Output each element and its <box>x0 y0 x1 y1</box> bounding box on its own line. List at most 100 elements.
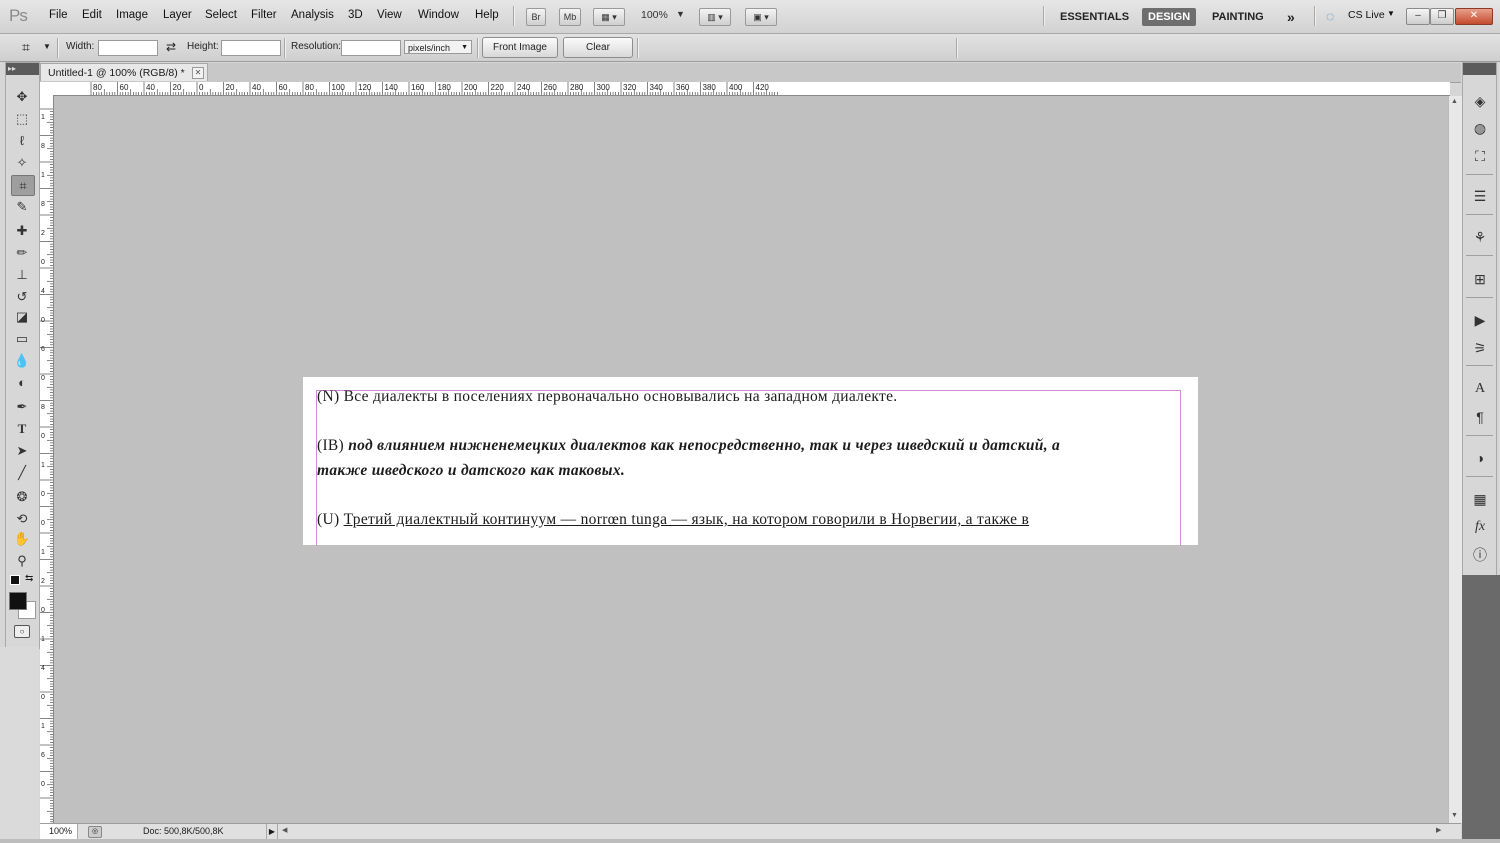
paragraph-panel-icon[interactable]: ¶ <box>1470 407 1490 427</box>
front-image-button[interactable]: Front Image <box>482 37 558 58</box>
scroll-up-icon[interactable]: ▲ <box>1451 98 1458 105</box>
chevron-down-icon[interactable]: ▼ <box>43 42 51 51</box>
3d-orbit-tool-icon[interactable]: ⟲ <box>11 509 33 528</box>
vertical-ruler[interactable]: 1 8 1 8 2 0 4 0 6 0 8 0 1 0 0 1 2 0 1 4 0 1 6 0 <box>40 95 54 823</box>
document-line-3[interactable]: также шведского и датского как таковых. <box>317 462 625 480</box>
quick-mask-icon[interactable]: ○ <box>14 625 30 638</box>
panel-group-separator <box>1466 297 1493 298</box>
cs-live-menu[interactable]: CS Live <box>1348 9 1385 21</box>
arrange-documents-button[interactable]: ▥ ▾ <box>699 8 731 26</box>
chevron-down-icon[interactable]: ▼ <box>676 9 685 19</box>
adjustments-panel-icon[interactable]: ☰ <box>1470 186 1490 206</box>
brush-presets-panel-icon[interactable]: ⚘ <box>1470 227 1490 247</box>
workspace-essentials[interactable]: ESSENTIALS <box>1054 8 1135 26</box>
path-selection-tool-icon[interactable]: ➤ <box>11 441 33 460</box>
ruler-label: 380 <box>703 83 717 92</box>
panel-group-separator <box>1466 435 1493 436</box>
healing-brush-tool-icon[interactable]: ✚ <box>11 221 33 240</box>
ruler-origin[interactable] <box>40 82 54 96</box>
foreground-color-swatch[interactable] <box>9 592 27 610</box>
histogram-panel-icon[interactable]: ▦ <box>1470 489 1490 509</box>
clone-source-panel-icon[interactable]: ⊞ <box>1470 269 1490 289</box>
menu-edit[interactable]: Edit <box>82 9 102 21</box>
paths-panel-icon[interactable]: ⛶ <box>1470 146 1490 166</box>
menu-help[interactable]: Help <box>475 9 499 21</box>
screen-mode-button[interactable]: ▣ ▾ <box>745 8 777 26</box>
document-page[interactable]: (N) Все диалекты в поселениях первоначал… <box>303 377 1198 546</box>
animation-panel-icon[interactable]: ▶ <box>1470 310 1490 330</box>
channels-panel-icon[interactable]: ◍ <box>1470 118 1490 138</box>
vertical-scrollbar[interactable]: ▲ ▼ <box>1448 96 1462 823</box>
close-button[interactable]: ✕ <box>1455 8 1493 25</box>
menu-image[interactable]: Image <box>116 9 148 21</box>
eraser-tool-icon[interactable]: ◪ <box>11 307 33 326</box>
layers-panel-icon[interactable]: ◈ <box>1470 91 1490 111</box>
status-preview-icon[interactable]: ◎ <box>88 826 102 838</box>
actions-panel-icon[interactable]: ⚞ <box>1470 338 1490 358</box>
restore-button[interactable]: ❐ <box>1430 8 1454 25</box>
workspace-design[interactable]: DESIGN <box>1142 8 1197 26</box>
photoshop-logo: Ps <box>9 6 28 25</box>
menu-view[interactable]: View <box>377 9 402 21</box>
eyedropper-tool-icon[interactable]: ✎ <box>11 197 33 216</box>
menu-analysis[interactable]: Analysis <box>291 9 334 21</box>
more-workspaces-icon[interactable]: » <box>1281 8 1301 26</box>
extras-dropdown[interactable]: ▦ ▾ <box>593 8 625 26</box>
swap-dimensions-icon[interactable]: ⇄ <box>166 40 176 54</box>
blur-tool-icon[interactable]: 💧 <box>11 351 33 370</box>
status-doc-info: Doc: 500,8K/500,8K <box>143 826 224 836</box>
zoom-level[interactable]: 100% <box>641 9 668 21</box>
swatches-panel-icon[interactable]: ◑ <box>1470 448 1490 468</box>
menu-file[interactable]: File <box>49 9 68 21</box>
document-line-2[interactable]: (IB) под влиянием нижненемецких диалекто… <box>317 437 1060 455</box>
dodge-tool-icon[interactable]: ◐ <box>11 373 33 392</box>
gradient-tool-icon[interactable]: ▭ <box>11 329 33 348</box>
3d-rotate-tool-icon[interactable]: ❂ <box>11 487 33 506</box>
scroll-left-icon[interactable]: ◀ <box>282 826 287 834</box>
swap-colors-icon[interactable]: ⇆ <box>25 573 33 584</box>
pen-tool-icon[interactable]: ✒ <box>11 397 33 416</box>
scroll-right-icon[interactable]: ▶ <box>1436 826 1441 834</box>
type-tool-icon[interactable]: T <box>11 419 33 438</box>
menu-filter[interactable]: Filter <box>251 9 277 21</box>
menu-3d[interactable]: 3D <box>348 9 363 21</box>
workspace-painting[interactable]: PAINTING <box>1206 8 1270 26</box>
default-colors-icon[interactable] <box>10 575 20 585</box>
bridge-button[interactable]: Br <box>526 8 546 26</box>
info-panel-icon[interactable]: ⓘ <box>1470 545 1490 565</box>
resolution-input[interactable] <box>341 40 401 56</box>
document-line-4[interactable]: (U) Третий диалектный континуум — norrœn… <box>317 511 1029 529</box>
history-brush-tool-icon[interactable]: ↺ <box>11 287 33 306</box>
document-tab[interactable]: Untitled-1 @ 100% (RGB/8) * ✕ <box>40 63 208 81</box>
tools-panel-header[interactable]: ▸▸ <box>6 63 39 75</box>
menu-window[interactable]: Window <box>418 9 459 21</box>
panel-dock-header[interactable] <box>1463 63 1496 75</box>
menu-select[interactable]: Select <box>205 9 237 21</box>
marquee-tool-icon[interactable]: ⬚ <box>11 109 33 128</box>
document-line-1[interactable]: (N) Все диалекты в поселениях первоначал… <box>317 388 897 406</box>
zoom-tool-icon[interactable]: ⚲ <box>11 551 33 570</box>
status-menu-arrow-icon[interactable]: ▶ <box>266 824 278 839</box>
clear-button[interactable]: Clear <box>563 37 633 58</box>
status-zoom-field[interactable]: 100% <box>40 824 78 839</box>
resolution-unit-select[interactable]: pixels/inch ▼ <box>404 40 472 54</box>
close-icon[interactable]: ✕ <box>192 67 204 79</box>
character-panel-icon[interactable]: A <box>1470 379 1490 399</box>
crop-tool-icon[interactable]: ⌗ <box>11 175 35 196</box>
quick-selection-tool-icon[interactable]: ✧ <box>11 153 33 172</box>
move-tool-icon[interactable]: ✥ <box>11 87 33 106</box>
line-tool-icon[interactable]: ╱ <box>11 463 33 482</box>
crop-tool-preset-icon[interactable]: ⌗ <box>22 39 30 56</box>
scroll-down-icon[interactable]: ▼ <box>1451 812 1458 819</box>
horizontal-ruler[interactable]: 80 60 40 20 0 20 40 60 80 100 120 140 160 180 200 220 24… <box>53 82 1450 96</box>
width-input[interactable] <box>98 40 158 56</box>
styles-panel-icon[interactable]: fx <box>1470 517 1490 537</box>
lasso-tool-icon[interactable]: ℓ <box>11 131 33 150</box>
menu-layer[interactable]: Layer <box>163 9 192 21</box>
height-input[interactable] <box>221 40 281 56</box>
minimize-button[interactable]: – <box>1406 8 1430 25</box>
mini-bridge-button[interactable]: Mb <box>559 8 581 26</box>
brush-tool-icon[interactable]: ✏ <box>11 243 33 262</box>
clone-stamp-tool-icon[interactable]: ⊥ <box>11 265 33 284</box>
hand-tool-icon[interactable]: ✋ <box>11 529 33 548</box>
